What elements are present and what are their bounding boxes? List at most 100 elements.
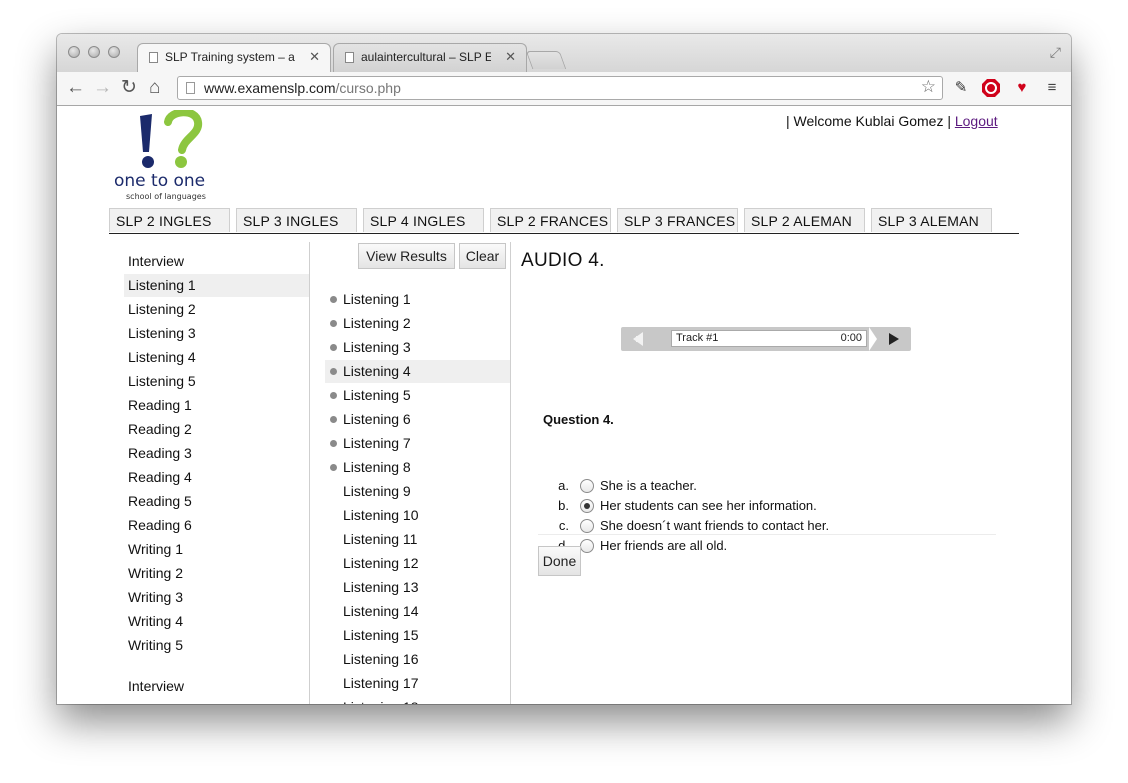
audio-title: AUDIO 4. [521, 250, 605, 271]
exercise-item[interactable]: Listening 9 [325, 480, 510, 503]
fullscreen-icon[interactable]: ⤢ [1050, 44, 1061, 61]
home-icon[interactable]: ⌂ [149, 77, 160, 99]
exercise-item[interactable]: Listening 16 [325, 648, 510, 671]
page-icon [149, 52, 158, 63]
section-item[interactable]: Reading 3 [124, 442, 309, 465]
new-tab-button[interactable] [525, 51, 567, 69]
exercise-label: Listening 6 [343, 411, 411, 427]
section-item[interactable]: Reading 4 [124, 466, 309, 489]
exercise-item[interactable]: Listening 5 [325, 384, 510, 407]
url-text[interactable]: www.examenslp.com/curso.php [204, 80, 401, 96]
question-title: Question 4. [543, 412, 614, 427]
browser-window: SLP Training system – aula ✕ aulaintercu… [57, 34, 1071, 704]
course-tab-slp4-ingles[interactable]: SLP 4 INGLES [363, 208, 484, 232]
exercise-label: Listening 10 [343, 507, 419, 523]
exercise-item[interactable]: Listening 18 [325, 696, 510, 704]
course-tab-slp3-aleman[interactable]: SLP 3 ALEMAN [871, 208, 992, 232]
exercise-label: Listening 13 [343, 579, 419, 595]
exercise-item[interactable]: Listening 7 [325, 432, 510, 455]
option-radio[interactable] [580, 539, 594, 553]
section-item[interactable]: Listening 1 [124, 274, 309, 297]
exercise-label: Listening 14 [343, 603, 419, 619]
reload-icon[interactable]: ↻ [121, 77, 137, 99]
exercise-item[interactable]: Listening 11 [325, 528, 510, 551]
address-bar[interactable]: www.examenslp.com/curso.php ☆ [177, 76, 943, 100]
exercise-item[interactable]: Listening 10 [325, 504, 510, 527]
section-item[interactable]: Writing 2 [124, 562, 309, 585]
menu-icon[interactable]: ≡ [1042, 78, 1062, 98]
play-icon[interactable] [889, 333, 899, 345]
section-item[interactable]: Writing 3 [124, 586, 309, 609]
exercise-item[interactable]: Listening 12 [325, 552, 510, 575]
section-item[interactable]: Reading 6 [124, 514, 309, 537]
player-separator [869, 327, 877, 351]
section-item[interactable]: Listening 5 [124, 370, 309, 393]
clear-button[interactable]: Clear [459, 243, 506, 269]
school-logo[interactable]: one to one school of languages [112, 108, 237, 202]
answer-option[interactable]: c. She doesn´t want friends to contact he… [555, 516, 955, 536]
completed-dot-icon [330, 296, 337, 303]
zoom-window-icon[interactable] [108, 46, 120, 58]
bookmark-star-icon[interactable]: ☆ [921, 77, 936, 97]
done-button[interactable]: Done [538, 546, 581, 576]
view-results-button[interactable]: View Results [358, 243, 455, 269]
section-item[interactable]: Interview [124, 675, 309, 698]
exercise-label: Listening 8 [343, 459, 411, 475]
exercise-item[interactable]: Listening 2 [325, 312, 510, 335]
forward-icon[interactable]: → [93, 77, 112, 99]
completed-dot-icon [330, 344, 337, 351]
exercise-label: Listening 4 [343, 363, 411, 379]
track-name: Track #1 [676, 332, 719, 344]
section-item[interactable]: Reading 2 [124, 418, 309, 441]
option-radio[interactable] [580, 499, 594, 513]
answer-option[interactable]: b. Her students can see her information. [555, 496, 955, 516]
back-icon[interactable]: ← [66, 77, 85, 99]
column-divider [309, 242, 310, 704]
browser-tab-aula[interactable]: aulaintercultural – SLP Elea ✕ [333, 43, 527, 72]
close-window-icon[interactable] [68, 46, 80, 58]
logout-link[interactable]: Logout [955, 113, 998, 129]
exercise-item[interactable]: Listening 6 [325, 408, 510, 431]
section-item[interactable]: Writing 5 [124, 634, 309, 657]
option-radio[interactable] [580, 479, 594, 493]
option-radio[interactable] [580, 519, 594, 533]
answer-option[interactable]: d.Her friends are all old. [555, 536, 955, 556]
section-item[interactable]: Interview [124, 250, 309, 273]
section-item[interactable]: Writing 1 [124, 538, 309, 561]
course-tabs: SLP 2 INGLES SLP 3 INGLES SLP 4 INGLES S… [109, 208, 1019, 234]
exercise-item[interactable]: Listening 14 [325, 600, 510, 623]
exercise-item[interactable]: Listening 8 [325, 456, 510, 479]
exercise-label: Listening 5 [343, 387, 411, 403]
exercise-item[interactable]: Listening 13 [325, 576, 510, 599]
heart-extension-icon[interactable]: ♥ [1012, 78, 1032, 98]
close-tab-icon[interactable]: ✕ [505, 49, 516, 65]
course-tab-slp2-aleman[interactable]: SLP 2 ALEMAN [744, 208, 865, 232]
section-item[interactable]: Reading 1 [124, 394, 309, 417]
browser-tab-slp[interactable]: SLP Training system – aula ✕ [137, 43, 331, 72]
column-divider [510, 242, 511, 704]
exercise-item[interactable]: Listening 15 [325, 624, 510, 647]
course-tab-slp2-ingles[interactable]: SLP 2 INGLES [109, 208, 230, 232]
eyedropper-icon[interactable]: ✎ [951, 78, 971, 98]
volume-icon[interactable] [633, 332, 643, 346]
track-time: 0:00 [840, 332, 862, 344]
minimize-window-icon[interactable] [88, 46, 100, 58]
option-text: She is a teacher. [600, 478, 697, 493]
section-item[interactable]: Writing 4 [124, 610, 309, 633]
exercise-item[interactable]: Listening 1 [325, 288, 510, 311]
section-item[interactable]: Listening 2 [124, 298, 309, 321]
section-item[interactable]: Listening 4 [124, 346, 309, 369]
exercise-item[interactable]: Listening 17 [325, 672, 510, 695]
course-tab-slp2-frances[interactable]: SLP 2 FRANCES [490, 208, 611, 232]
course-tab-slp3-frances[interactable]: SLP 3 FRANCES [617, 208, 738, 232]
exercise-item[interactable]: Listening 3 [325, 336, 510, 359]
answer-option[interactable]: a. She is a teacher. [555, 476, 955, 496]
track-display[interactable]: Track #1 0:00 [671, 330, 867, 347]
exercise-label: Listening 16 [343, 651, 419, 667]
course-tab-slp3-ingles[interactable]: SLP 3 INGLES [236, 208, 357, 232]
section-item[interactable]: Listening 3 [124, 322, 309, 345]
section-item[interactable]: Reading 5 [124, 490, 309, 513]
exercise-item[interactable]: Listening 4 [325, 360, 510, 383]
adblock-icon[interactable] [981, 78, 1001, 98]
close-tab-icon[interactable]: ✕ [309, 49, 320, 65]
